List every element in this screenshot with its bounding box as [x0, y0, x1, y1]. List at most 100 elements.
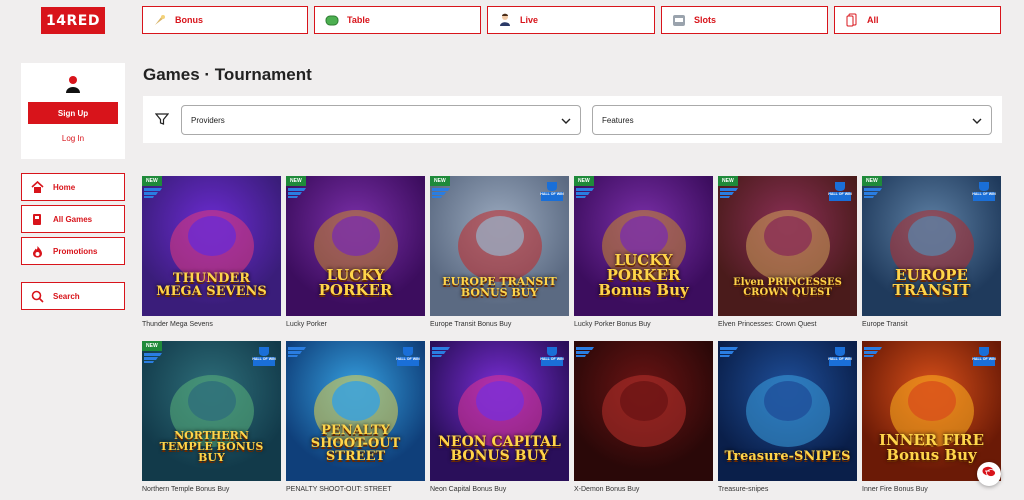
- provider-logo-icon: [144, 351, 164, 363]
- provider-logo-icon: [576, 186, 596, 198]
- category-slots[interactable]: Slots: [661, 6, 828, 34]
- provider-logo-icon: [288, 345, 308, 357]
- game-card[interactable]: LUCKY PORKER Bonus Buy NEW Lucky Porker Bo…: [574, 176, 713, 328]
- sidebar-item-home[interactable]: Home: [21, 173, 125, 201]
- logo-14red[interactable]: 14RED: [41, 7, 105, 34]
- game-artwork: [574, 341, 713, 481]
- game-title-art: EUROPE TRANSIT BONUS BUY: [442, 275, 557, 299]
- game-title-art: PENALTY SHOOT-OUT STREET: [310, 423, 401, 464]
- provider-logo-icon: [864, 186, 884, 198]
- category-label: All: [867, 15, 879, 25]
- game-name[interactable]: Inner Fire Bonus Buy: [862, 486, 1001, 493]
- category-label: Table: [347, 15, 370, 25]
- category-label: Bonus: [175, 15, 203, 25]
- provider-logo-icon: [720, 186, 740, 198]
- game-name[interactable]: Lucky Porker Bonus Buy: [574, 321, 713, 328]
- game-name[interactable]: X-Demon Bonus Buy: [574, 486, 713, 493]
- flame-icon: [31, 245, 44, 258]
- hall-of-win-badge: HALL OF WIN: [827, 180, 853, 204]
- new-badge: NEW: [142, 176, 162, 186]
- game-thumbnail[interactable]: NORTHERN TEMPLE BONUS BUY NEW HALL OF WIN: [142, 341, 281, 481]
- game-card[interactable]: NEON CAPITAL BONUS BUY HALL OF WIN Neon Ca…: [430, 341, 569, 493]
- providers-label: Providers: [191, 115, 225, 125]
- new-badge: NEW: [286, 176, 306, 186]
- login-link[interactable]: Log In: [28, 134, 118, 143]
- game-card[interactable]: X-Demon Bonus Buy: [574, 341, 713, 493]
- game-card[interactable]: THUNDER MEGA SEVENS NEW Thunder Mega Seven…: [142, 176, 281, 328]
- features-dropdown[interactable]: Features: [592, 105, 992, 135]
- hall-of-win-text: HALL OF WIN: [828, 357, 852, 361]
- sidebar-item-label: All Games: [53, 214, 93, 224]
- game-thumbnail[interactable]: THUNDER MEGA SEVENS NEW: [142, 176, 281, 316]
- provider-logo-icon: [432, 345, 452, 357]
- game-card[interactable]: EUROPE TRANSIT NEW HALL OF WIN Europe Trans…: [862, 176, 1001, 328]
- game-card[interactable]: Treasure-SNIPES HALL OF WIN Treasure-snipe…: [718, 341, 857, 493]
- hall-of-win-badge: HALL OF WIN: [827, 345, 853, 369]
- game-title-art: LUCKY PORKER Bonus Buy: [598, 251, 689, 299]
- games-icon: [31, 213, 44, 226]
- game-card[interactable]: LUCKY PORKER NEW Lucky Porker: [286, 176, 425, 328]
- hall-of-win-text: HALL OF WIN: [972, 192, 996, 196]
- new-badge: NEW: [574, 176, 594, 186]
- hall-of-win-text: HALL OF WIN: [972, 357, 996, 361]
- game-name[interactable]: Thunder Mega Sevens: [142, 321, 281, 328]
- game-thumbnail[interactable]: Elven PRINCESSES CROWN QUEST NEW HALL OF W…: [718, 176, 857, 316]
- game-name[interactable]: Neon Capital Bonus Buy: [430, 486, 569, 493]
- game-thumbnail[interactable]: EUROPE TRANSIT BONUS BUY NEW HALL OF WIN: [430, 176, 569, 316]
- signup-button[interactable]: Sign Up: [28, 102, 118, 124]
- sidebar-item-all-games[interactable]: All Games: [21, 205, 125, 233]
- game-title-art: EUROPE TRANSIT: [892, 266, 971, 299]
- providers-dropdown[interactable]: Providers: [181, 105, 581, 135]
- search-icon: [31, 290, 44, 303]
- game-name[interactable]: Lucky Porker: [286, 321, 425, 328]
- auth-panel: Sign Up Log In: [21, 63, 125, 159]
- home-icon: [31, 180, 44, 194]
- new-badge: NEW: [862, 176, 882, 186]
- game-card[interactable]: PENALTY SHOOT-OUT STREET HALL OF WIN PENAL…: [286, 341, 425, 493]
- hall-of-win-text: HALL OF WIN: [252, 357, 276, 361]
- game-name[interactable]: Elven Princesses: Crown Quest: [718, 321, 857, 328]
- new-badge: NEW: [142, 341, 162, 351]
- chat-button[interactable]: [977, 462, 1001, 486]
- category-bonus[interactable]: Bonus: [142, 6, 308, 34]
- game-thumbnail[interactable]: PENALTY SHOOT-OUT STREET HALL OF WIN: [286, 341, 425, 481]
- search-button[interactable]: Search: [21, 282, 125, 310]
- game-thumbnail[interactable]: [574, 341, 713, 481]
- game-thumbnail[interactable]: NEON CAPITAL BONUS BUY HALL OF WIN: [430, 341, 569, 481]
- game-name[interactable]: Europe Transit: [862, 321, 1001, 328]
- game-card[interactable]: Elven PRINCESSES CROWN QUEST NEW HALL OF W…: [718, 176, 857, 328]
- game-card[interactable]: EUROPE TRANSIT BONUS BUY NEW HALL OF WIN Eu…: [430, 176, 569, 328]
- funnel-icon[interactable]: [154, 112, 170, 126]
- game-name[interactable]: Northern Temple Bonus Buy: [142, 486, 281, 493]
- sidebar-item-label: Promotions: [53, 246, 98, 256]
- game-thumbnail[interactable]: INNER FIRE Bonus Buy HALL OF WIN: [862, 341, 1001, 481]
- game-thumbnail[interactable]: Treasure-SNIPES HALL OF WIN: [718, 341, 857, 481]
- slot-machine-icon: [672, 13, 686, 27]
- hall-of-win-badge: HALL OF WIN: [395, 345, 421, 369]
- game-thumbnail[interactable]: LUCKY PORKER Bonus Buy NEW: [574, 176, 713, 316]
- new-badge: NEW: [718, 176, 738, 186]
- game-title-art: INNER FIRE Bonus Buy: [878, 431, 985, 464]
- game-name[interactable]: Europe Transit Bonus Buy: [430, 321, 569, 328]
- game-name[interactable]: PENALTY SHOOT-OUT: STREET: [286, 486, 425, 493]
- game-thumbnail[interactable]: EUROPE TRANSIT NEW HALL OF WIN: [862, 176, 1001, 316]
- category-table[interactable]: Table: [314, 6, 481, 34]
- hall-of-win-text: HALL OF WIN: [396, 357, 420, 361]
- category-live[interactable]: Live: [487, 6, 655, 34]
- game-name[interactable]: Treasure-snipes: [718, 486, 857, 493]
- sidebar-item-promotions[interactable]: Promotions: [21, 237, 125, 265]
- table-icon: [325, 13, 339, 27]
- hall-of-win-badge: HALL OF WIN: [539, 180, 565, 204]
- cards-icon: [845, 13, 859, 27]
- category-label: Live: [520, 15, 539, 25]
- live-dealer-icon: [498, 13, 512, 27]
- new-badge: NEW: [430, 176, 450, 186]
- provider-logo-icon: [576, 345, 596, 357]
- game-card[interactable]: NORTHERN TEMPLE BONUS BUY NEW HALL OF WIN N…: [142, 341, 281, 493]
- game-thumbnail[interactable]: LUCKY PORKER NEW: [286, 176, 425, 316]
- hall-of-win-text: HALL OF WIN: [540, 192, 564, 196]
- category-all[interactable]: All: [834, 6, 1001, 34]
- hall-of-win-badge: HALL OF WIN: [539, 345, 565, 369]
- chevron-down-icon: [561, 116, 571, 126]
- logo-text: 14RED: [46, 12, 100, 29]
